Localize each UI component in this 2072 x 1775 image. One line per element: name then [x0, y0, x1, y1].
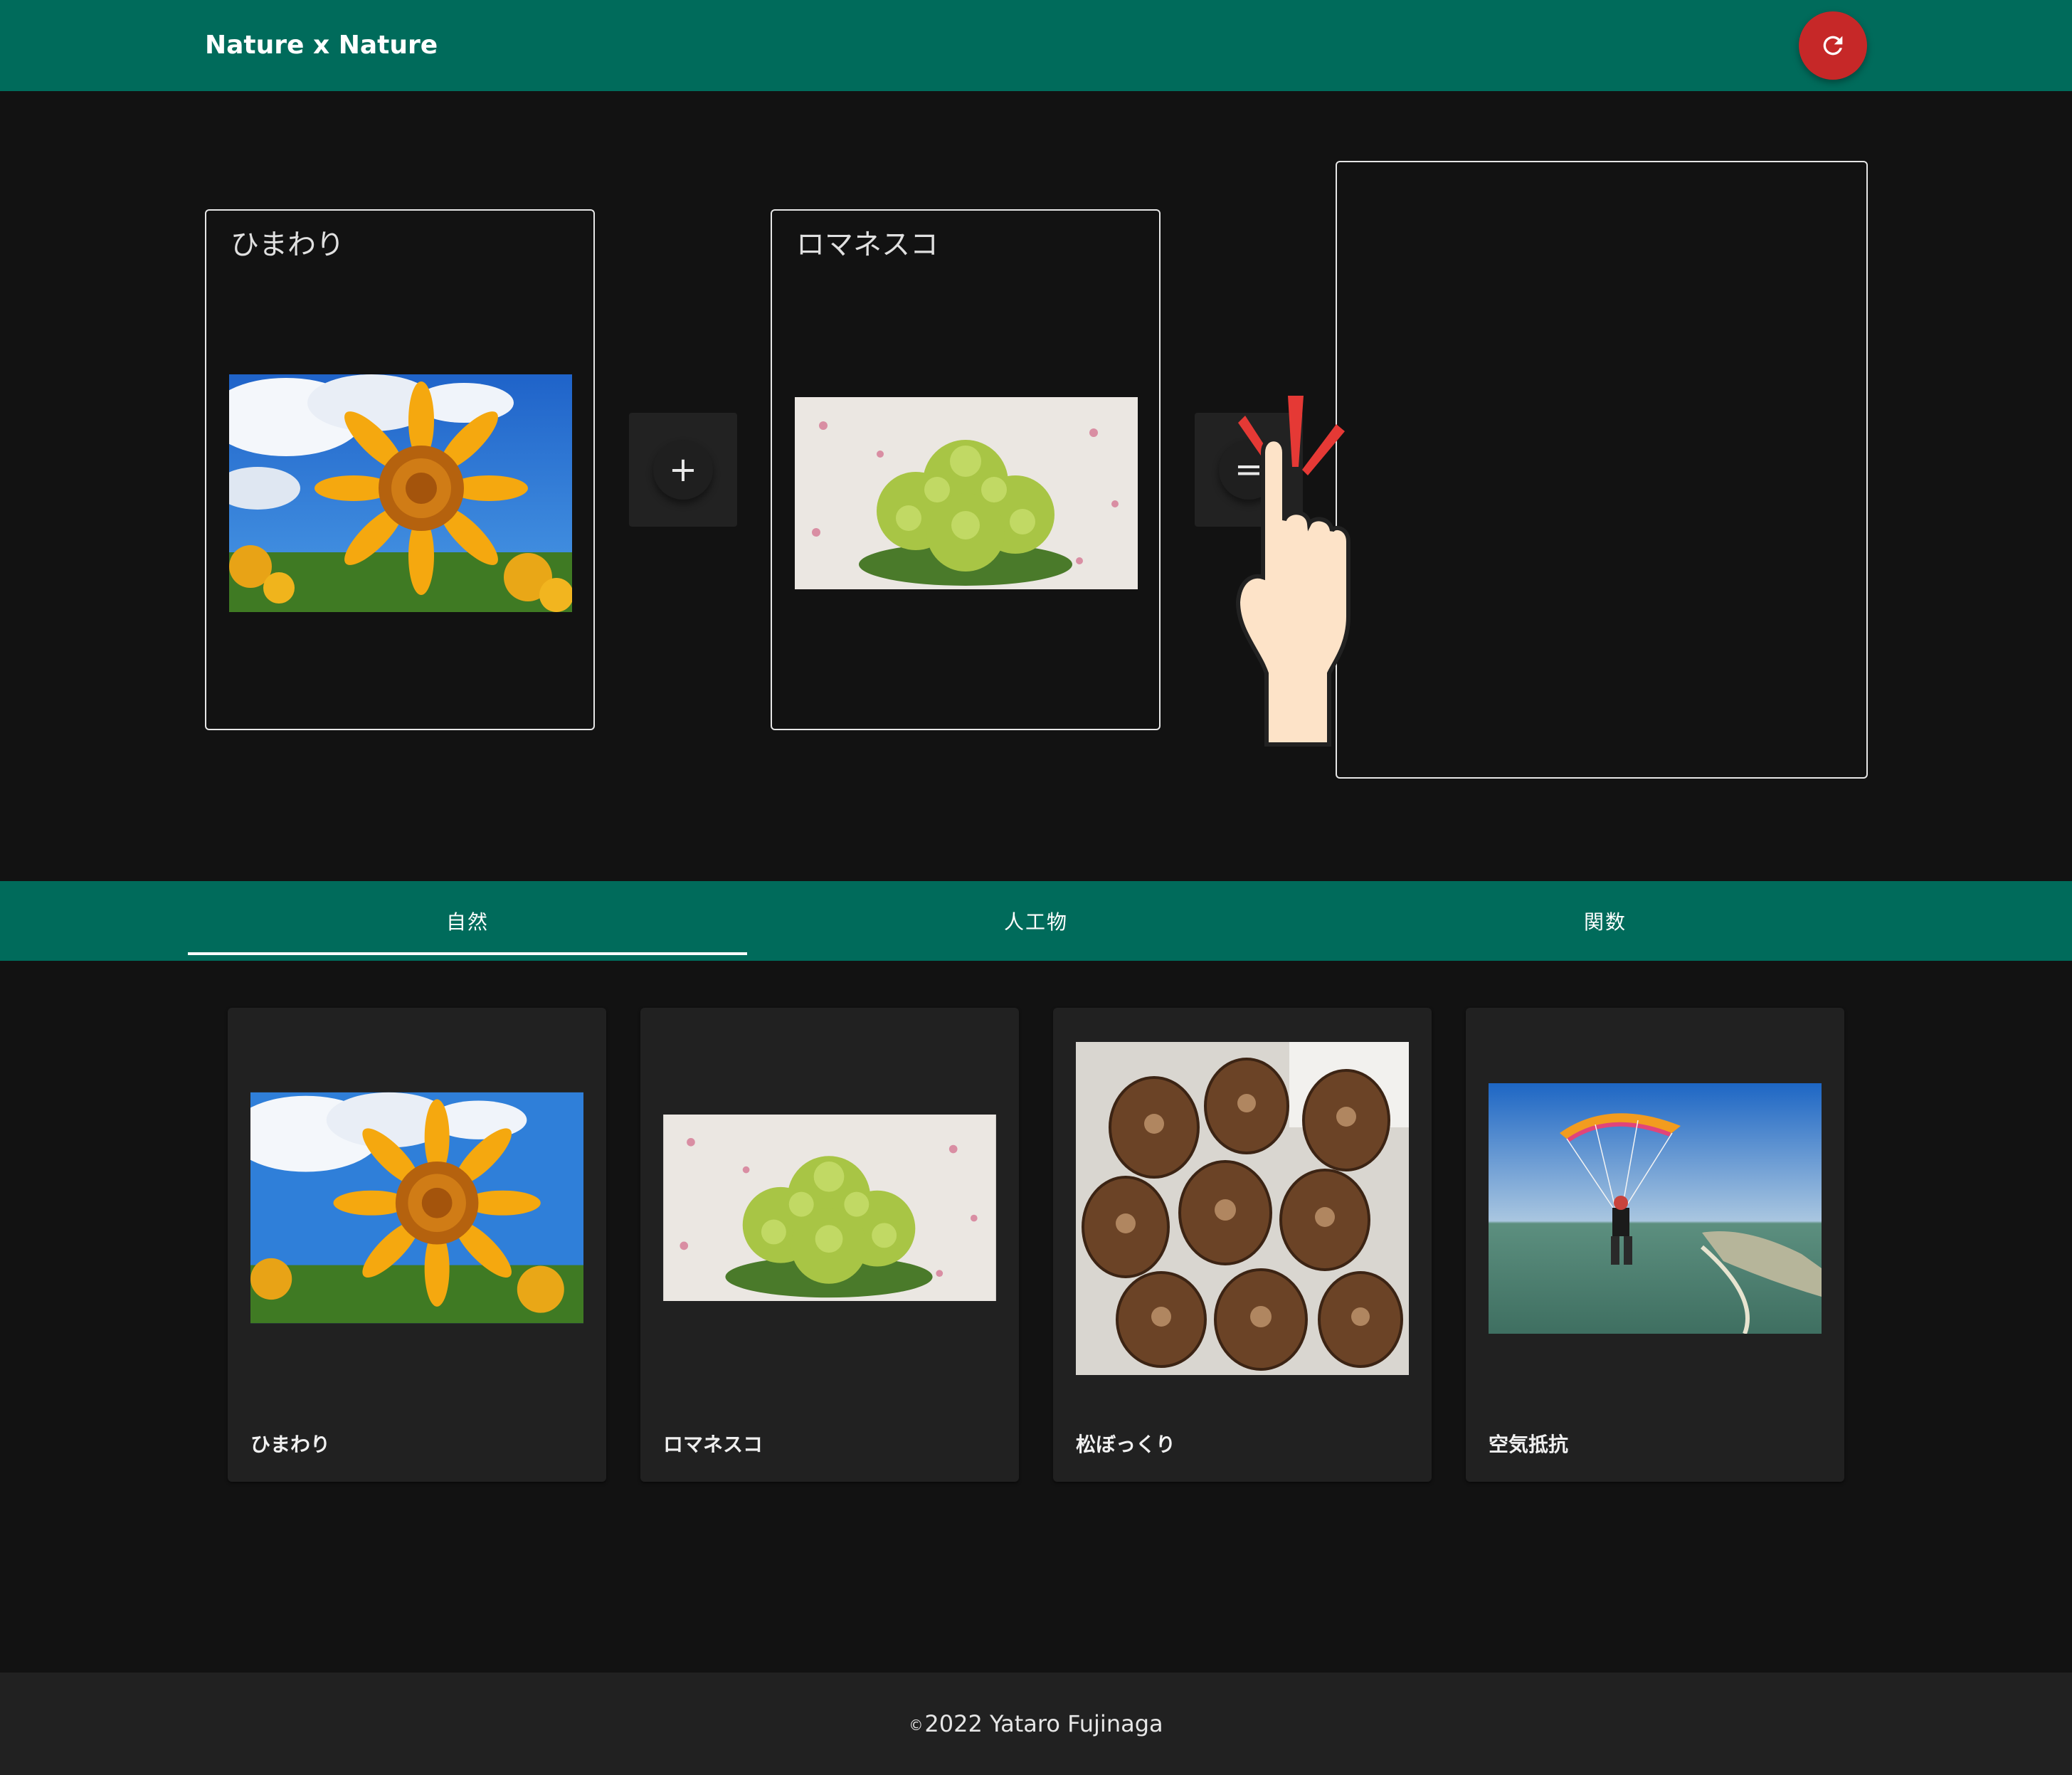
copyright-symbol: © [909, 1717, 924, 1734]
app-title: Nature x Nature [205, 31, 438, 60]
refresh-icon [1823, 36, 1843, 56]
card-label: ロマネスコ [663, 1433, 763, 1456]
combine-slot-left[interactable]: ひまわり [205, 209, 595, 730]
combine-slot-right[interactable]: ロマネスコ [771, 209, 1161, 730]
combine-slot-right-title: ロマネスコ [796, 228, 939, 261]
sunflower-image [229, 374, 572, 612]
romanesco-thumbnail [663, 1115, 996, 1301]
tab-nature[interactable]: 自然 [188, 881, 747, 961]
romanesco-image [795, 397, 1138, 589]
item-card-pinecone[interactable]: 松ぼっくり [1053, 1008, 1432, 1482]
tab-artificial[interactable]: 人工物 [756, 881, 1316, 961]
tap-hand-icon [1235, 396, 1350, 747]
footer-text: 2022 Yataro Fujinaga [924, 1710, 1163, 1737]
plus-button[interactable]: + [653, 440, 713, 500]
app-bar: Nature x Nature [0, 0, 2072, 91]
result-slot [1336, 161, 1868, 779]
active-tab-indicator [188, 952, 747, 955]
combine-slot-left-title: ひまわり [231, 228, 344, 261]
refresh-button[interactable] [1799, 11, 1867, 80]
item-card-sunflower[interactable]: ひまわり [228, 1008, 606, 1482]
sunflower-thumbnail [250, 1092, 583, 1324]
pinecone-thumbnail [1076, 1042, 1409, 1375]
plus-operator: + [629, 413, 737, 527]
paraglider-thumbnail [1489, 1083, 1822, 1334]
tab-functions[interactable]: 関数 [1326, 881, 1885, 961]
footer: © 2022 Yataro Fujinaga [0, 1673, 2072, 1775]
category-tabs: 自然 人工物 関数 [0, 881, 2072, 961]
item-card-air-resistance[interactable]: 空気抵抗 [1466, 1008, 1844, 1482]
card-label: ひまわり [250, 1433, 331, 1456]
item-card-romanesco[interactable]: ロマネスコ [640, 1008, 1019, 1482]
card-label: 空気抵抗 [1489, 1433, 1569, 1456]
card-label: 松ぼっくり [1076, 1433, 1176, 1456]
